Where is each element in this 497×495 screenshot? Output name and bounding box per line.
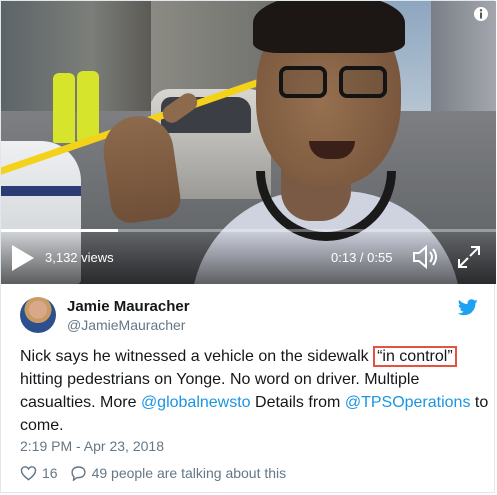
- view-count: 3,132 views: [45, 250, 114, 265]
- tweet-actions: 16 49 people are talking about this: [20, 465, 286, 481]
- conversation-count[interactable]: 49 people are talking about this: [92, 465, 287, 481]
- tweet-card: 3,132 views 0:13 / 0:55 Jamie Mauracher …: [0, 0, 496, 493]
- tweet-text-part: Details from: [250, 394, 345, 411]
- play-icon[interactable]: [10, 244, 36, 272]
- video-progress-fill: [1, 229, 118, 232]
- video-time: 0:13 / 0:55: [331, 250, 393, 265]
- fullscreen-icon[interactable]: [456, 244, 482, 270]
- reply-icon[interactable]: [70, 465, 87, 481]
- heart-icon[interactable]: [20, 465, 37, 481]
- tweet-text: Nick says he witnessed a vehicle on the …: [20, 345, 490, 437]
- info-icon[interactable]: [473, 6, 489, 22]
- tweet-text-part: Nick says he witnessed a vehicle on the …: [20, 348, 374, 365]
- author-avatar[interactable]: [20, 297, 56, 333]
- mention-globalnewsto-link[interactable]: @globalnewsto: [141, 394, 251, 411]
- tweet-timestamp[interactable]: 2:19 PM - Apr 23, 2018: [20, 438, 164, 454]
- twitter-bird-icon[interactable]: [458, 299, 478, 316]
- author-handle[interactable]: @JamieMauracher: [67, 317, 185, 333]
- volume-icon[interactable]: [412, 244, 440, 270]
- mention-tpsoperations-link[interactable]: @TPSOperations: [345, 394, 471, 411]
- video-player[interactable]: 3,132 views 0:13 / 0:55: [1, 1, 496, 284]
- video-progress-bar[interactable]: [1, 229, 496, 232]
- highlighted-quote: “in control”: [373, 346, 457, 367]
- like-count[interactable]: 16: [42, 465, 58, 481]
- author-name[interactable]: Jamie Mauracher: [67, 298, 190, 315]
